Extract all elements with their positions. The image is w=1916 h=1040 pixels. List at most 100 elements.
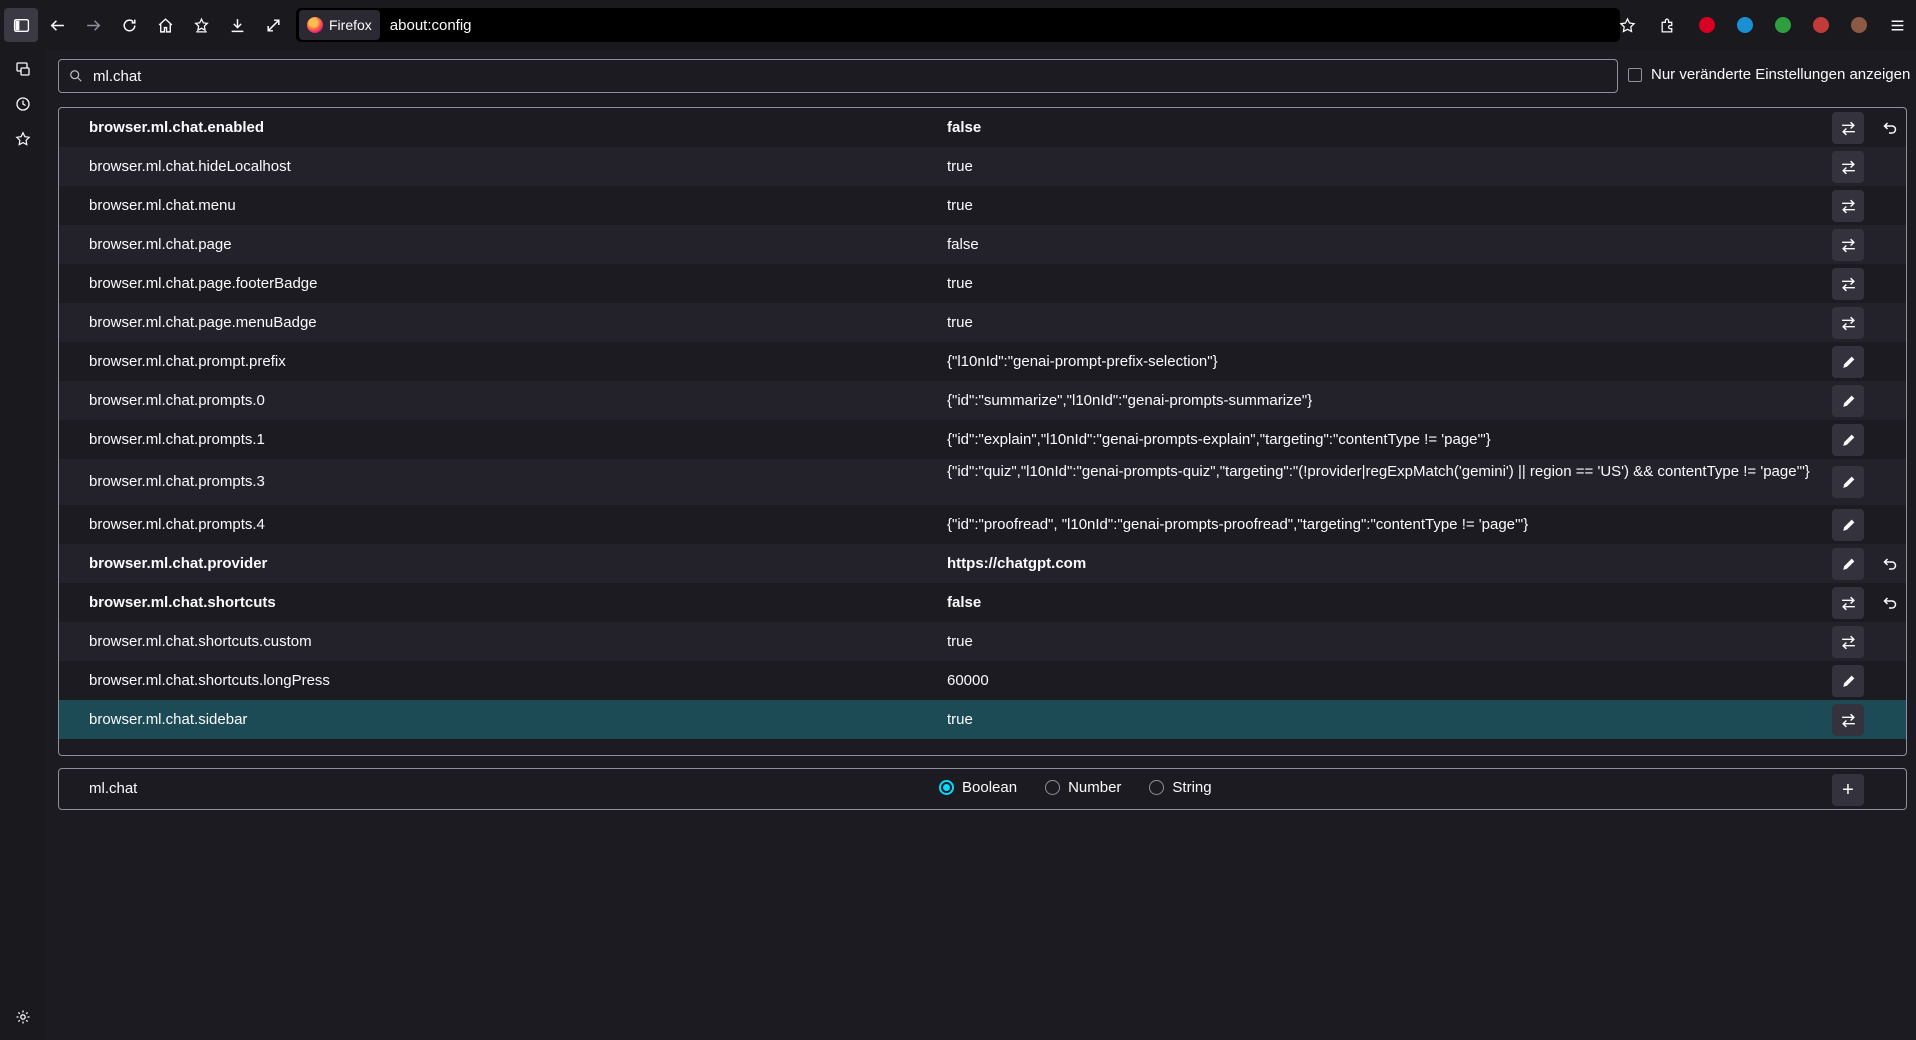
pref-name: browser.ml.chat.sidebar [89, 711, 248, 728]
type-option-number[interactable]: Number [1045, 779, 1121, 796]
pref-row[interactable]: browser.ml.chat.prompts.1 {"id":"explain"… [59, 420, 1906, 459]
edit-button[interactable] [1832, 548, 1864, 580]
pref-row[interactable]: browser.ml.chat.hideLocalhost true [59, 147, 1906, 186]
toggle-button[interactable] [1832, 112, 1864, 144]
firefox-logo-icon [307, 17, 323, 33]
new-pref-name: ml.chat [89, 780, 138, 797]
type-option-label: String [1172, 779, 1212, 796]
search-icon [70, 70, 82, 82]
preferences-table: browser.ml.chat.enabled false browser.ml.c… [58, 107, 1907, 756]
edit-button[interactable] [1832, 466, 1864, 498]
pref-row[interactable]: browser.ml.chat.enabled false [59, 108, 1906, 147]
home-button[interactable] [148, 8, 182, 42]
pref-row[interactable]: browser.ml.chat.shortcuts false [59, 583, 1906, 622]
reset-button[interactable] [1876, 550, 1904, 578]
type-option-label: Boolean [962, 779, 1018, 796]
extensions-area [1608, 8, 1916, 42]
pref-row[interactable]: browser.ml.chat.prompt.prefix {"l10nId":"… [59, 342, 1906, 381]
save-to-pocket-button[interactable] [184, 8, 218, 42]
arrow-left-icon [50, 19, 64, 31]
toggle-icon [1841, 635, 1855, 649]
toggle-button[interactable] [1832, 190, 1864, 222]
search-box[interactable] [58, 59, 1618, 93]
modified-only-label: Nur veränderte Einstellungen anzeigen [1651, 66, 1911, 83]
extension-4[interactable] [1802, 8, 1840, 42]
arrow-right-icon [86, 19, 100, 31]
pref-name: browser.ml.chat.page [89, 236, 232, 253]
home-icon [158, 17, 172, 33]
pref-name: browser.ml.chat.enabled [89, 119, 265, 136]
pref-row[interactable]: browser.ml.chat.page false [59, 225, 1906, 264]
radio-button[interactable] [1045, 780, 1061, 795]
type-option-boolean[interactable]: Boolean [939, 779, 1017, 796]
undo-icon [1883, 558, 1897, 570]
sidebar-toggle-button[interactable] [4, 8, 38, 42]
edit-button[interactable] [1832, 385, 1864, 417]
back-button[interactable] [40, 8, 74, 42]
pref-row[interactable]: browser.ml.chat.page.footerBadge true [59, 264, 1906, 303]
toggle-button[interactable] [1832, 229, 1864, 261]
hamburger-menu-icon [1891, 20, 1903, 30]
pref-value: 60000 [947, 672, 989, 689]
extension-ublock[interactable] [1688, 8, 1726, 42]
extension-3[interactable] [1764, 8, 1802, 42]
star-icon [1619, 16, 1635, 33]
extension-2[interactable] [1726, 8, 1764, 42]
bookmark-star-button[interactable] [1608, 8, 1646, 42]
pref-row[interactable]: browser.ml.chat.menu true [59, 186, 1906, 225]
extension-5[interactable] [1840, 8, 1878, 42]
reset-button[interactable] [1876, 114, 1904, 142]
bookmarks-button[interactable] [13, 129, 33, 149]
pref-name: browser.ml.chat.provider [89, 555, 268, 572]
pref-row[interactable]: browser.ml.chat.page.menuBadge true [59, 303, 1906, 342]
url-text[interactable]: about:config [390, 17, 472, 34]
edit-button[interactable] [1832, 424, 1864, 456]
type-option-string[interactable]: String [1149, 779, 1212, 796]
modified-only-filter[interactable]: Nur veränderte Einstellungen anzeigen [1628, 66, 1910, 83]
sidebar-icon [13, 18, 29, 32]
reset-button[interactable] [1876, 589, 1904, 617]
pref-row[interactable]: browser.ml.chat.prompts.3 {"id":"quiz","l… [59, 459, 1906, 505]
toggle-icon [1841, 238, 1855, 252]
edit-button[interactable] [1832, 509, 1864, 541]
forward-button[interactable] [76, 8, 110, 42]
radio-button[interactable] [1149, 780, 1165, 795]
url-bar[interactable]: Firefox about:config [296, 8, 1620, 42]
ublock-icon [1699, 17, 1715, 33]
pref-row[interactable]: browser.ml.chat.sidebar true [59, 700, 1906, 739]
toggle-button[interactable] [1832, 151, 1864, 183]
identity-box[interactable]: Firefox [299, 10, 380, 40]
add-pref-button[interactable]: + [1832, 774, 1864, 806]
download-icon [231, 18, 243, 32]
pref-row[interactable]: browser.ml.chat.shortcuts.custom true [59, 622, 1906, 661]
modified-only-checkbox[interactable] [1628, 67, 1642, 82]
toggle-button[interactable] [1832, 268, 1864, 300]
reload-button[interactable] [112, 8, 146, 42]
customize-sidebar-button[interactable] [13, 1007, 33, 1027]
edit-button[interactable] [1832, 346, 1864, 378]
fullscreen-button[interactable] [256, 8, 290, 42]
add-preference-row: ml.chat Boolean Number String + [58, 768, 1907, 810]
pref-value: {"id":"proofread", "l10nId":"genai-promp… [947, 516, 1529, 533]
app-menu-button[interactable] [1878, 8, 1916, 42]
edit-button[interactable] [1832, 665, 1864, 697]
pref-row[interactable]: browser.ml.chat.shortcuts.longPress 60000 [59, 661, 1906, 700]
synced-tabs-button[interactable] [13, 59, 33, 79]
clock-icon [16, 97, 30, 111]
toggle-button[interactable] [1832, 307, 1864, 339]
downloads-button[interactable] [220, 8, 254, 42]
toggle-button[interactable] [1832, 587, 1864, 619]
synced-tabs-icon [16, 62, 30, 76]
history-button[interactable] [13, 94, 33, 114]
search-input[interactable] [91, 66, 1495, 86]
pref-row[interactable]: browser.ml.chat.prompts.0 {"id":"summariz… [59, 381, 1906, 420]
extensions-button[interactable] [1646, 8, 1688, 42]
radio-button[interactable] [939, 780, 954, 795]
pref-value: false [947, 594, 982, 611]
pref-name: browser.ml.chat.hideLocalhost [89, 158, 291, 175]
pref-row[interactable]: browser.ml.chat.provider https://chatgpt.… [59, 544, 1906, 583]
pref-row[interactable]: browser.ml.chat.prompts.4 {"id":"proofrea… [59, 505, 1906, 544]
toggle-button[interactable] [1832, 704, 1864, 736]
pref-name: browser.ml.chat.page.menuBadge [89, 314, 317, 331]
toggle-button[interactable] [1832, 626, 1864, 658]
